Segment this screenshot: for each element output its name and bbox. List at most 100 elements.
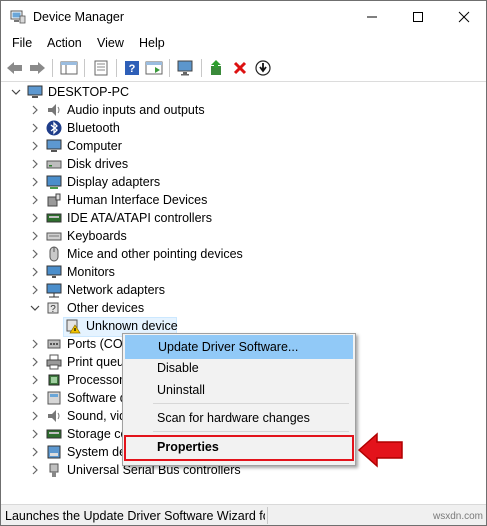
scan-hardware-button[interactable] bbox=[176, 58, 196, 78]
chevron-right-icon[interactable] bbox=[29, 266, 41, 278]
tree-label: Disk drives bbox=[67, 157, 129, 171]
chevron-right-icon[interactable] bbox=[29, 356, 41, 368]
menu-separator bbox=[153, 431, 349, 432]
chevron-right-icon[interactable] bbox=[29, 392, 41, 404]
tree-label: Other devices bbox=[67, 301, 145, 315]
hid-icon bbox=[47, 193, 61, 207]
properties-sheet-icon bbox=[94, 60, 108, 76]
scan-hardware-menu-item[interactable]: Scan for hardware changes bbox=[125, 407, 351, 429]
chevron-right-icon[interactable] bbox=[29, 212, 41, 224]
unknown-device-warning-icon bbox=[66, 319, 81, 334]
annotation-highlight-box bbox=[124, 435, 354, 461]
tree-item-monitors[interactable]: Monitors bbox=[1, 263, 486, 281]
tree-item-audio[interactable]: Audio inputs and outputs bbox=[1, 101, 486, 119]
chevron-right-icon[interactable] bbox=[29, 230, 41, 242]
toolbar-separator bbox=[84, 59, 85, 77]
tree-label: Processors bbox=[67, 373, 130, 387]
tree-label: System de bbox=[67, 445, 127, 459]
chevron-right-icon[interactable] bbox=[29, 428, 41, 440]
tree-label: Human Interface Devices bbox=[67, 193, 208, 207]
system-device-icon bbox=[47, 445, 61, 459]
tree-item-hid[interactable]: Human Interface Devices bbox=[1, 191, 486, 209]
bluetooth-icon bbox=[46, 120, 62, 136]
window-title: Device Manager bbox=[33, 10, 125, 24]
uninstall-menu-item[interactable]: Uninstall bbox=[125, 379, 351, 401]
status-text: Launches the Update Driver Software Wiza… bbox=[5, 509, 265, 523]
update-driver-software-menu-item[interactable]: Update Driver Software... bbox=[125, 335, 353, 359]
title-bar[interactable]: Device Manager bbox=[1, 1, 486, 32]
tree-item-ide[interactable]: IDE ATA/ATAPI controllers bbox=[1, 209, 486, 227]
menu-view[interactable]: View bbox=[97, 36, 124, 50]
chevron-right-icon[interactable] bbox=[29, 248, 41, 260]
menu-help[interactable]: Help bbox=[139, 36, 165, 50]
close-icon bbox=[458, 11, 470, 22]
chevron-right-icon[interactable] bbox=[29, 410, 41, 422]
chevron-right-icon[interactable] bbox=[29, 284, 41, 296]
monitor-icon bbox=[46, 265, 62, 278]
tree-item-display-adapters[interactable]: Display adapters bbox=[1, 173, 486, 191]
disable-toolbar-button[interactable] bbox=[253, 58, 273, 78]
tree-item-other-devices[interactable]: ? Other devices bbox=[1, 299, 486, 317]
disk-drive-icon bbox=[46, 160, 62, 169]
computer-icon bbox=[46, 139, 62, 152]
tree-item-network[interactable]: Network adapters bbox=[1, 281, 486, 299]
tree-item-bluetooth[interactable]: Bluetooth bbox=[1, 119, 486, 137]
chevron-right-icon[interactable] bbox=[29, 122, 41, 134]
tree-label: Software d bbox=[67, 391, 127, 405]
forward-button[interactable] bbox=[27, 58, 47, 78]
menu-action[interactable]: Action bbox=[47, 36, 82, 50]
chevron-right-icon[interactable] bbox=[29, 104, 41, 116]
properties-toolbar-button[interactable] bbox=[91, 58, 111, 78]
menu-file[interactable]: File bbox=[12, 36, 32, 50]
toolbar-separator bbox=[116, 59, 117, 77]
tree-item-disk-drives[interactable]: Disk drives bbox=[1, 155, 486, 173]
network-adapter-icon bbox=[46, 283, 62, 298]
chevron-right-icon[interactable] bbox=[29, 140, 41, 152]
menu-item-label: Update Driver Software... bbox=[158, 340, 299, 354]
menu-separator bbox=[153, 403, 349, 404]
chevron-right-icon[interactable] bbox=[29, 176, 41, 188]
tree-item-keyboards[interactable]: Keyboards bbox=[1, 227, 486, 245]
tree-label: Audio inputs and outputs bbox=[67, 103, 205, 117]
back-button[interactable] bbox=[5, 58, 25, 78]
toolbar-separator bbox=[169, 59, 170, 77]
sound-icon bbox=[48, 410, 60, 422]
update-driver-toolbar-button[interactable] bbox=[207, 58, 227, 78]
toolbar: ? bbox=[1, 54, 486, 82]
update-driver-icon bbox=[211, 60, 221, 75]
status-bar: Launches the Update Driver Software Wiza… bbox=[1, 504, 486, 525]
action-pane-button[interactable] bbox=[144, 58, 164, 78]
chevron-right-icon[interactable] bbox=[29, 464, 41, 476]
close-button[interactable] bbox=[441, 1, 486, 32]
tree-item-mice[interactable]: Mice and other pointing devices bbox=[1, 245, 486, 263]
show-hide-console-tree-button[interactable] bbox=[59, 58, 79, 78]
menu-item-label: Uninstall bbox=[157, 383, 205, 397]
display-adapter-icon bbox=[46, 175, 62, 189]
tree-label: Unknown device bbox=[86, 319, 178, 333]
tree-item-computer[interactable]: Computer bbox=[1, 137, 486, 155]
uninstall-toolbar-button[interactable] bbox=[230, 58, 250, 78]
toolbar-separator bbox=[52, 59, 53, 77]
tree-label: Keyboards bbox=[67, 229, 127, 243]
ide-controller-icon bbox=[46, 213, 62, 223]
tree-root-label: DESKTOP-PC bbox=[48, 85, 130, 99]
chevron-down-icon[interactable] bbox=[10, 86, 22, 98]
computer-root-icon bbox=[27, 85, 43, 98]
tree-root[interactable]: DESKTOP-PC bbox=[1, 83, 486, 101]
chevron-right-icon[interactable] bbox=[29, 374, 41, 386]
tree-label: Display adapters bbox=[67, 175, 161, 189]
chevron-right-icon[interactable] bbox=[29, 194, 41, 206]
chevron-down-icon[interactable] bbox=[29, 302, 41, 314]
help-toolbar-button[interactable]: ? bbox=[122, 58, 142, 78]
maximize-button[interactable] bbox=[395, 1, 441, 32]
chevron-right-icon[interactable] bbox=[29, 446, 41, 458]
chevron-right-icon[interactable] bbox=[29, 338, 41, 350]
device-manager-app-icon bbox=[10, 10, 26, 24]
minimize-button[interactable] bbox=[349, 1, 395, 32]
menu-bar: File Action View Help bbox=[1, 33, 486, 53]
disable-menu-item[interactable]: Disable bbox=[125, 357, 351, 379]
port-icon bbox=[47, 339, 61, 349]
chevron-right-icon[interactable] bbox=[29, 158, 41, 170]
tree-label: Sound, vid bbox=[67, 409, 127, 423]
action-pane-icon bbox=[145, 61, 163, 75]
